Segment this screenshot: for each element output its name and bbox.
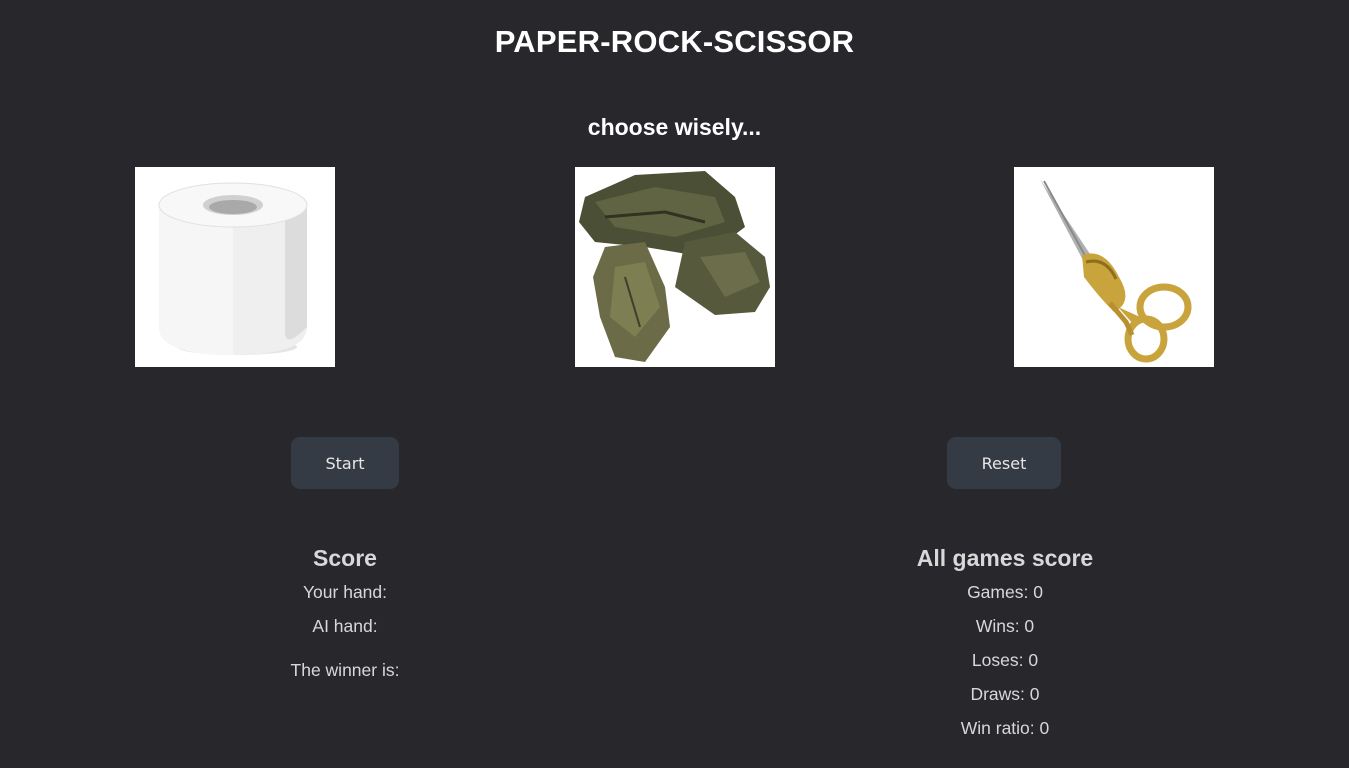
games-count: Games: 0 xyxy=(967,582,1043,602)
winner-label: The winner is: xyxy=(290,660,400,680)
start-button[interactable]: Start xyxy=(291,437,399,489)
game-page: PAPER-ROCK-SCISSOR choose wisely... Star… xyxy=(0,0,1349,768)
rock-choice[interactable] xyxy=(575,167,775,367)
all-games-panel: All games score Games: 0 Wins: 0 Loses: … xyxy=(880,543,1130,747)
scissor-choice[interactable] xyxy=(1014,167,1214,367)
ai-hand-label: AI hand: xyxy=(312,616,378,636)
draws-count: Draws: 0 xyxy=(970,684,1040,704)
your-hand-label: Your hand: xyxy=(302,582,387,602)
wins-count: Wins: 0 xyxy=(975,616,1035,636)
loses-count: Loses: 0 xyxy=(971,650,1039,670)
choose-prompt: choose wisely... xyxy=(587,114,762,140)
page-title: PAPER-ROCK-SCISSOR xyxy=(494,24,855,59)
reset-button[interactable]: Reset xyxy=(947,437,1061,489)
scissors-image xyxy=(1014,167,1214,367)
paper-choice[interactable] xyxy=(135,167,335,367)
all-games-heading: All games score xyxy=(916,545,1094,571)
toilet-paper-roll-image xyxy=(135,167,335,367)
score-panel: Score Your hand: AI hand: The winner is: xyxy=(245,543,445,689)
win-ratio: Win ratio: 0 xyxy=(960,718,1050,738)
rock-image xyxy=(575,167,775,367)
score-heading: Score xyxy=(313,545,377,571)
